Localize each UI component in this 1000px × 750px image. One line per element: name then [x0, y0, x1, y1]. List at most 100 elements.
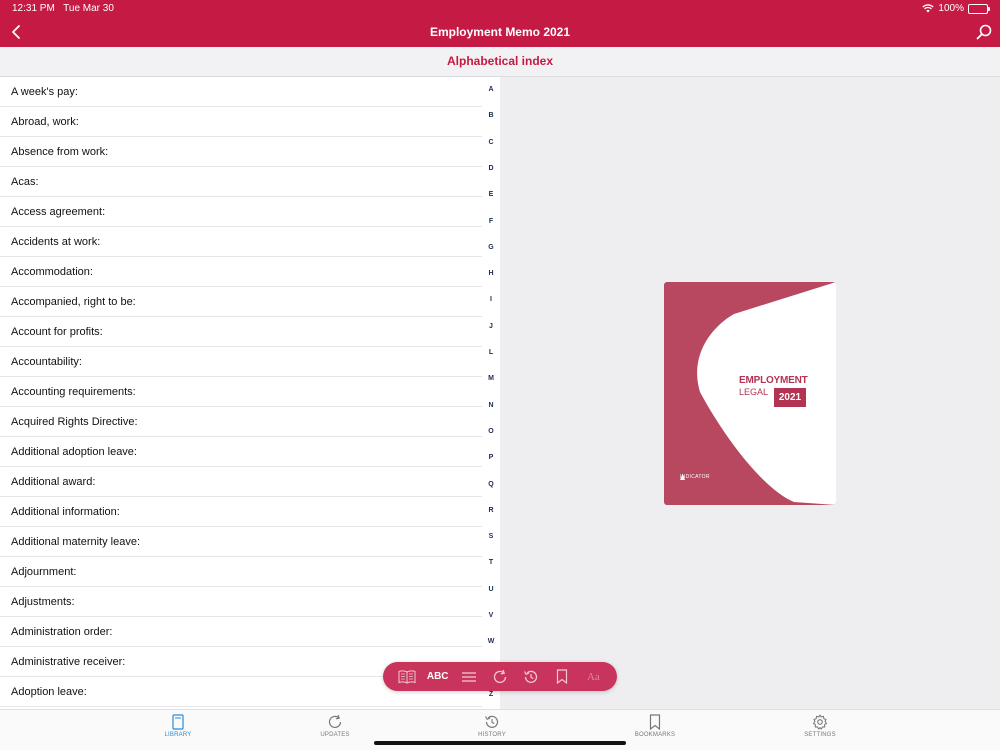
alpha-letter-q[interactable]: Q: [482, 481, 500, 488]
back-button[interactable]: [6, 22, 26, 42]
list-item-label: Additional award:: [11, 475, 96, 488]
bookmark-icon: [557, 669, 568, 684]
list-item-label: Accompanied, right to be:: [11, 295, 136, 308]
alpha-letter-m[interactable]: M: [482, 375, 500, 382]
alpha-letter-t[interactable]: T: [482, 559, 500, 566]
list-item-label: Accidents at work:: [11, 235, 101, 248]
page-title: Employment Memo 2021: [429, 25, 571, 39]
toolbar-abc-button[interactable]: ABC: [427, 666, 449, 688]
alphabet-index[interactable]: ABCDEFGHIJLMNOPQRSTUVWYZ: [482, 77, 500, 709]
search-button[interactable]: [974, 22, 994, 42]
list-item-label: Account for profits:: [11, 325, 103, 338]
list-item[interactable]: Acas:: [0, 167, 482, 197]
alpha-letter-a[interactable]: A: [482, 86, 500, 93]
list-item-label: Administrative receiver:: [11, 655, 126, 668]
alpha-letter-j[interactable]: J: [482, 323, 500, 330]
list-item-label: Acas:: [11, 175, 39, 188]
alpha-letter-h[interactable]: H: [482, 270, 500, 277]
list-item-label: Abroad, work:: [11, 115, 79, 128]
alpha-letter-v[interactable]: V: [482, 612, 500, 619]
list-item[interactable]: Adjournment:: [0, 557, 482, 587]
alpha-letter-o[interactable]: O: [482, 428, 500, 435]
history-icon: [524, 670, 538, 683]
list-item[interactable]: Additional information:: [0, 497, 482, 527]
cover-year: 2021: [774, 388, 806, 407]
list-item[interactable]: Access agreement:: [0, 197, 482, 227]
toolbar-refresh-button[interactable]: [489, 666, 511, 688]
list-item[interactable]: Account for profits:: [0, 317, 482, 347]
list-item-label: Accountability:: [11, 355, 82, 368]
toolbar-history-button[interactable]: [520, 666, 542, 688]
toolbar-bookmark-button[interactable]: [551, 666, 573, 688]
list-item-label: Adoption leave:: [11, 685, 87, 698]
list-item-label: Access agreement:: [11, 205, 106, 218]
list-item[interactable]: Accommodation:: [0, 257, 482, 287]
battery-percent: 100%: [938, 3, 964, 14]
list-item-label: Additional information:: [11, 505, 120, 518]
alpha-letter-p[interactable]: P: [482, 454, 500, 461]
list-item[interactable]: Additional award:: [0, 467, 482, 497]
alpha-letter-r[interactable]: R: [482, 507, 500, 514]
list-item-label: Accounting requirements:: [11, 385, 136, 398]
list-item[interactable]: Additional maternity leave:: [0, 527, 482, 557]
reader-toolbar: ABC Aa: [383, 662, 617, 691]
alpha-letter-s[interactable]: S: [482, 533, 500, 540]
alpha-letter-z[interactable]: Z: [482, 691, 500, 698]
alpha-letter-u[interactable]: U: [482, 586, 500, 593]
tab-history[interactable]: HISTORY: [452, 714, 532, 738]
toolbar-list-button[interactable]: [458, 666, 480, 688]
list-item-label: Administration order:: [11, 625, 113, 638]
tab-bookmarks[interactable]: BOOKMARKS: [615, 714, 695, 738]
battery-icon: [968, 3, 990, 14]
tab-updates[interactable]: UPDATES: [295, 714, 375, 738]
tab-library[interactable]: LIBRARY: [138, 714, 218, 738]
list-item-label: A week's pay:: [11, 85, 78, 98]
chevron-left-icon: [12, 25, 20, 39]
status-right: 100%: [922, 3, 990, 14]
alpha-letter-l[interactable]: L: [482, 349, 500, 356]
alpha-letter-n[interactable]: N: [482, 402, 500, 409]
list-item[interactable]: Adjustments:: [0, 587, 482, 617]
book-icon: [172, 714, 184, 730]
list-item-label: Adjournment:: [11, 565, 77, 578]
alpha-letter-d[interactable]: D: [482, 165, 500, 172]
list-item[interactable]: Abroad, work:: [0, 107, 482, 137]
list-item[interactable]: Accountability:: [0, 347, 482, 377]
alpha-letter-f[interactable]: F: [482, 218, 500, 225]
history-icon: [485, 715, 499, 728]
alpha-letter-i[interactable]: I: [482, 296, 500, 303]
book-cover[interactable]: EMPLOYMENT LEGAL 2021 INDICATOR: [664, 282, 836, 505]
list-item[interactable]: Accounting requirements:: [0, 377, 482, 407]
list-item[interactable]: Absence from work:: [0, 137, 482, 167]
list-item[interactable]: Administration order:: [0, 617, 482, 647]
list-item-label: Additional adoption leave:: [11, 445, 137, 458]
toolbar-font-button[interactable]: Aa: [582, 666, 604, 688]
preview-panel: EMPLOYMENT LEGAL 2021 INDICATOR: [500, 77, 1000, 709]
alpha-letter-w[interactable]: W: [482, 638, 500, 645]
list-item[interactable]: Accidents at work:: [0, 227, 482, 257]
tab-settings[interactable]: SETTINGS: [780, 714, 860, 738]
book-open-icon: [398, 669, 416, 684]
list-item-label: Absence from work:: [11, 145, 109, 158]
index-list[interactable]: A week's pay: Abroad, work: Absence from w…: [0, 77, 482, 709]
list-item[interactable]: Additional adoption leave:: [0, 437, 482, 467]
home-indicator: [374, 741, 626, 745]
section-header: Alphabetical index: [0, 47, 1000, 77]
tree-icon: [680, 474, 685, 480]
alpha-letter-c[interactable]: C: [482, 139, 500, 146]
list-item[interactable]: A week's pay:: [0, 77, 482, 107]
list-icon: [461, 671, 476, 682]
list-item-label: Acquired Rights Directive:: [11, 415, 138, 428]
toolbar-book-button[interactable]: [396, 666, 418, 688]
list-item-label: Accommodation:: [11, 265, 93, 278]
list-item[interactable]: Accompanied, right to be:: [0, 287, 482, 317]
cover-brand: INDICATOR: [680, 474, 710, 480]
alpha-letter-e[interactable]: E: [482, 191, 500, 198]
alpha-letter-g[interactable]: G: [482, 244, 500, 251]
top-bar: 12:31 PM Tue Mar 30 100% Employment Memo…: [0, 0, 1000, 47]
list-item-label: Adjustments:: [11, 595, 75, 608]
refresh-icon: [328, 714, 342, 728]
alpha-letter-b[interactable]: B: [482, 112, 500, 119]
list-item[interactable]: Acquired Rights Directive:: [0, 407, 482, 437]
bookmark-icon: [649, 714, 661, 730]
